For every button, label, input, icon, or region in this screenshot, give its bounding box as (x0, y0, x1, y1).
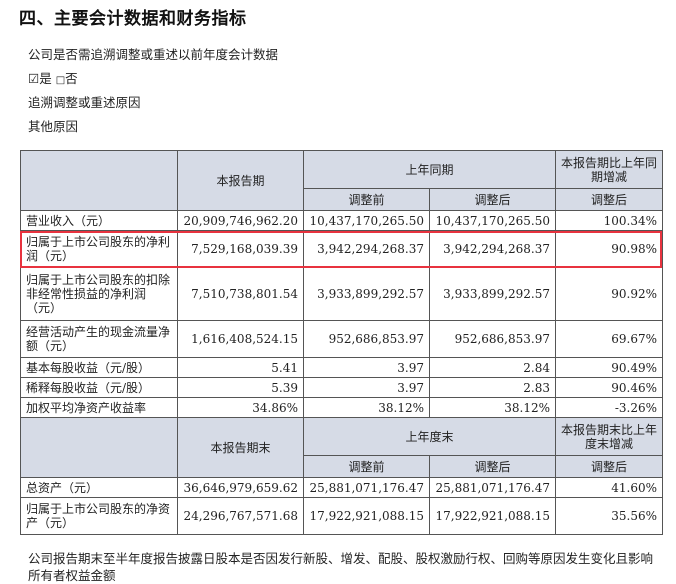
cell-before-adjust: 3,933,899,292.57 (303, 267, 430, 321)
cell-after-adjust: 2.83 (429, 377, 556, 398)
cell-after-adjust: 17,922,921,088.15 (429, 497, 556, 535)
row-label: 归属于上市公司股东的扣除非经常性损益的净利润（元） (20, 267, 178, 321)
header-current-period: 本报告期 (177, 150, 304, 211)
header-before-adjust: 调整前 (303, 188, 430, 211)
cell-current: 5.39 (177, 377, 304, 398)
header-change-after: 调整后 (555, 188, 663, 211)
header-current-period-end: 本报告期末 (177, 417, 304, 478)
retro-options: ☑是 □否 (28, 68, 78, 87)
cell-change: 90.46% (555, 377, 663, 398)
header-change: 本报告期末比上年度末增减 (555, 417, 663, 456)
cell-before-adjust: 17,922,921,088.15 (303, 497, 430, 535)
cell-change: 41.60% (555, 477, 663, 498)
table-row: 归属于上市公司股东的扣除非经常性损益的净利润（元） 7,510,738,801.5… (20, 267, 663, 321)
retro-question: 公司是否需追溯调整或重述以前年度会计数据 (28, 47, 279, 62)
option-no-label: 否 (65, 71, 78, 86)
cell-before-adjust: 3.97 (303, 357, 430, 378)
header-after-adjust: 调整后 (429, 188, 556, 211)
cell-current: 7,529,168,039.39 (177, 230, 304, 268)
other-reason-label: 其他原因 (28, 119, 79, 134)
header-before-adjust: 调整前 (303, 455, 430, 478)
cell-current: 36,646,979,659.62 (177, 477, 304, 498)
cell-before-adjust: 25,881,071,176.47 (303, 477, 430, 498)
cell-change: 90.49% (555, 357, 663, 378)
row-label: 加权平均净资产收益率 (20, 397, 178, 418)
table-row: 经营活动产生的现金流量净额（元） 1,616,408,524.15 952,686,… (20, 320, 663, 358)
cell-current: 34.86% (177, 397, 304, 418)
header-change: 本报告期比上年同期增减 (555, 150, 663, 189)
table-row: 稀释每股收益（元/股） 5.39 3.97 2.83 90.46% (20, 377, 663, 398)
cell-change: 90.98% (555, 230, 663, 268)
cell-before-adjust: 10,437,170,265.50 (303, 210, 430, 231)
cell-after-adjust: 3,942,294,268.37 (429, 230, 556, 268)
cell-change: 100.34% (555, 210, 663, 231)
header-change-after: 调整后 (555, 455, 663, 478)
cell-current: 7,510,738,801.54 (177, 267, 304, 321)
cell-change: 35.56% (555, 497, 663, 535)
table1-header-row: 本报告期 上年同期 本报告期比上年同期增减 (20, 150, 663, 211)
cell-before-adjust: 38.12% (303, 397, 430, 418)
header-after-adjust: 调整后 (429, 455, 556, 478)
cell-before-adjust: 952,686,853.97 (303, 320, 430, 358)
header-prior-year-end: 上年度末 (303, 417, 556, 456)
cell-after-adjust: 38.12% (429, 397, 556, 418)
cell-current: 5.41 (177, 357, 304, 378)
row-label: 稀释每股收益（元/股） (20, 377, 178, 398)
footnote: 公司报告期末至半年度报告披露日股本是否因发行新股、增发、配股、股权激励行权、回购… (28, 551, 654, 583)
row-label: 归属于上市公司股东的净资产（元） (20, 497, 178, 535)
table2-header-row: 本报告期末 上年度末 本报告期末比上年度末增减 (20, 417, 663, 478)
table-row: 营业收入（元） 20,909,746,962.20 10,437,170,265.5… (20, 210, 663, 231)
row-label: 基本每股收益（元/股） (20, 357, 178, 378)
option-yes-label: 是 (39, 71, 52, 86)
row-label: 营业收入（元） (20, 210, 178, 231)
cell-change: 90.92% (555, 267, 663, 321)
financial-table: 本报告期 上年同期 本报告期比上年同期增减 调整前 调整后 调整后 营业收入（元… (20, 150, 663, 535)
option-no-checkbox[interactable]: □ (56, 75, 65, 86)
row-label: 总资产（元） (20, 477, 178, 498)
table-row: 归属于上市公司股东的净资产（元） 24,296,767,571.68 17,922,… (20, 497, 663, 535)
cell-current: 24,296,767,571.68 (177, 497, 304, 535)
cell-current: 20,909,746,962.20 (177, 210, 304, 231)
row-label: 归属于上市公司股东的净利润（元） (20, 230, 178, 268)
cell-before-adjust: 3,942,294,268.37 (303, 230, 430, 268)
table-row: 加权平均净资产收益率 34.86% 38.12% 38.12% -3.26% (20, 397, 663, 418)
table-row: 基本每股收益（元/股） 5.41 3.97 2.84 90.49% (20, 357, 663, 378)
cell-change: -3.26% (555, 397, 663, 418)
header-blank (20, 417, 178, 478)
table-row: 归属于上市公司股东的净利润（元） 7,529,168,039.39 3,942,29… (20, 230, 663, 268)
retro-reason-label: 追溯调整或重述原因 (28, 95, 141, 110)
cell-after-adjust: 952,686,853.97 (429, 320, 556, 358)
cell-after-adjust: 3,933,899,292.57 (429, 267, 556, 321)
cell-before-adjust: 3.97 (303, 377, 430, 398)
option-yes-checkbox[interactable]: ☑ (28, 71, 39, 86)
cell-after-adjust: 2.84 (429, 357, 556, 378)
table-row: 总资产（元） 36,646,979,659.62 25,881,071,176.47… (20, 477, 663, 498)
section-title: 四、主要会计数据和财务指标 (19, 9, 247, 29)
cell-after-adjust: 10,437,170,265.50 (429, 210, 556, 231)
header-blank (20, 150, 178, 211)
cell-after-adjust: 25,881,071,176.47 (429, 477, 556, 498)
row-label: 经营活动产生的现金流量净额（元） (20, 320, 178, 358)
cell-current: 1,616,408,524.15 (177, 320, 304, 358)
cell-change: 69.67% (555, 320, 663, 358)
header-prior-period: 上年同期 (303, 150, 556, 189)
